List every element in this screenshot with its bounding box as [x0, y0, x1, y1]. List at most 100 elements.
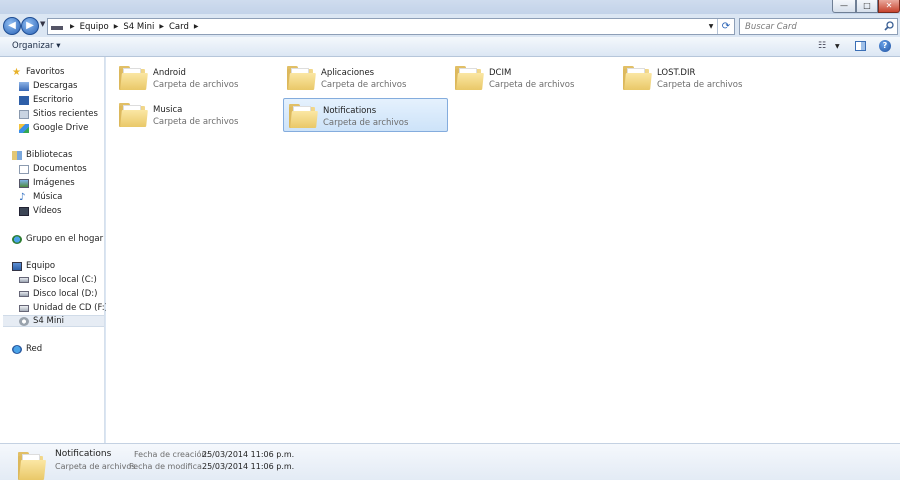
- sidebar-item-label: Equipo: [26, 261, 56, 271]
- disk-icon: [19, 277, 29, 283]
- desktop-icon: [19, 95, 29, 105]
- chevron-right-icon[interactable]: ▶: [191, 23, 202, 30]
- view-options-dropdown[interactable]: ▼: [835, 43, 840, 50]
- sidebar-item-musica[interactable]: ♪ Música: [19, 191, 104, 203]
- recent-places-icon: [19, 109, 29, 119]
- cd-drive-icon: [19, 304, 29, 312]
- recent-pages-dropdown[interactable]: ▼: [40, 20, 45, 28]
- folder-item-aplicaciones[interactable]: Aplicaciones Carpeta de archivos: [282, 61, 447, 95]
- folder-item-dcim[interactable]: DCIM Carpeta de archivos: [450, 61, 615, 95]
- created-date-label: Fecha de creación:: [134, 450, 210, 459]
- folder-name: Musica: [153, 105, 183, 115]
- sidebar-item-label: Google Drive: [33, 123, 89, 133]
- sidebar-item-label: Documentos: [33, 164, 87, 174]
- breadcrumb-equipo[interactable]: Equipo: [78, 22, 111, 32]
- folder-name: Notifications: [323, 106, 377, 116]
- folder-item-musica[interactable]: Musica Carpeta de archivos: [114, 98, 279, 132]
- address-bar[interactable]: ▶ Equipo ▶ S4 Mini ▶ Card ▶ ▼ ⟳: [47, 18, 735, 35]
- folder-name: LOST.DIR: [657, 68, 696, 78]
- folder-icon: [455, 64, 484, 90]
- folder-name: Aplicaciones: [321, 68, 375, 78]
- minimize-button[interactable]: —: [832, 0, 856, 13]
- search-input[interactable]: [740, 19, 880, 34]
- sidebar-item-label: Favoritos: [26, 67, 65, 77]
- folder-icon: [287, 64, 316, 90]
- sidebar-item-videos[interactable]: Vídeos: [19, 205, 104, 217]
- sidebar-item-s4-mini[interactable]: S4 Mini: [3, 315, 104, 327]
- sidebar-item-escritorio[interactable]: Escritorio: [19, 94, 104, 106]
- sidebar-item-label: Unidad de CD (F:): [33, 303, 108, 313]
- details-pane: Notifications Carpeta de archivos Fecha …: [0, 443, 900, 480]
- navigation-bar: ◀ ▶ ▼ ▶ Equipo ▶ S4 Mini ▶ Card ▶ ▼ ⟳: [0, 14, 900, 37]
- back-button[interactable]: ◀: [3, 17, 21, 35]
- breadcrumb-s4-mini[interactable]: S4 Mini: [121, 22, 156, 32]
- details-item-name: Notifications: [55, 449, 112, 459]
- folder-icon: [119, 64, 148, 90]
- folder-type: Carpeta de archivos: [489, 80, 575, 90]
- folder-name: DCIM: [489, 68, 512, 78]
- address-dropdown-button[interactable]: ▼: [706, 19, 716, 34]
- computer-location-icon: [51, 26, 63, 30]
- videos-icon: [19, 206, 29, 216]
- disk-icon: [19, 291, 29, 297]
- sidebar-item-documentos[interactable]: Documentos: [19, 163, 104, 175]
- folder-item-notifications[interactable]: Notifications Carpeta de archivos: [283, 98, 448, 132]
- chevron-right-icon[interactable]: ▶: [156, 23, 167, 30]
- chevron-right-icon[interactable]: ▶: [67, 23, 78, 30]
- sidebar-item-label: Escritorio: [33, 95, 73, 105]
- organize-button[interactable]: Organizar ▾: [12, 41, 61, 51]
- close-button[interactable]: ✕: [878, 0, 900, 13]
- change-view-icon[interactable]: ☷: [818, 41, 826, 51]
- sidebar-item-label: Disco local (D:): [33, 289, 98, 299]
- sidebar-item-unidad-cd[interactable]: Unidad de CD (F:): [19, 302, 108, 314]
- maximize-button[interactable]: □: [856, 0, 878, 13]
- folder-type: Carpeta de archivos: [323, 118, 409, 128]
- preview-pane-icon[interactable]: [855, 41, 866, 51]
- star-icon: ★: [12, 66, 21, 78]
- folder-type: Carpeta de archivos: [321, 80, 407, 90]
- command-bar: Organizar ▾ ☷ ▼ ?: [0, 37, 900, 57]
- search-box: [739, 18, 898, 35]
- sidebar-item-favoritos[interactable]: ★ Favoritos: [12, 66, 104, 78]
- modified-date-label: Fecha de modifica...: [129, 462, 210, 471]
- folder-icon: [119, 101, 148, 127]
- folder-type: Carpeta de archivos: [657, 80, 743, 90]
- modified-date-value: 25/03/2014 11:06 p.m.: [202, 462, 295, 471]
- documents-icon: [19, 164, 29, 174]
- sidebar-item-label: Música: [33, 192, 63, 202]
- sidebar-item-google-drive[interactable]: Google Drive: [19, 122, 104, 134]
- title-bar: — □ ✕: [0, 0, 900, 14]
- network-icon: [12, 344, 22, 354]
- refresh-button[interactable]: ⟳: [717, 19, 734, 34]
- sidebar-item-label: Red: [26, 344, 43, 354]
- sidebar-item-imagenes[interactable]: Imágenes: [19, 177, 104, 189]
- help-icon[interactable]: ?: [879, 40, 891, 52]
- pictures-icon: [19, 178, 29, 188]
- sidebar-item-descargas[interactable]: Descargas: [19, 80, 104, 92]
- chevron-right-icon[interactable]: ▶: [111, 23, 122, 30]
- folder-icon: [289, 102, 318, 128]
- navigation-pane: ★ Favoritos Descargas Escritorio Sitios …: [0, 57, 108, 443]
- sidebar-item-grupo-en-el-hogar[interactable]: Grupo en el hogar: [12, 233, 104, 245]
- folder-item-lost-dir[interactable]: LOST.DIR Carpeta de archivos: [618, 61, 783, 95]
- libraries-icon: [12, 150, 22, 160]
- sidebar-item-label: Bibliotecas: [26, 150, 73, 160]
- sidebar-item-bibliotecas[interactable]: Bibliotecas: [12, 149, 104, 161]
- sidebar-item-disco-c[interactable]: Disco local (C:): [19, 274, 104, 286]
- sidebar-item-equipo[interactable]: Equipo: [12, 260, 104, 272]
- sidebar-item-red[interactable]: Red: [12, 343, 104, 355]
- sidebar-item-label: Descargas: [33, 81, 78, 91]
- music-icon: ♪: [19, 191, 26, 203]
- sidebar-item-sitios-recientes[interactable]: Sitios recientes: [19, 108, 104, 120]
- sidebar-item-label: Vídeos: [33, 206, 62, 216]
- search-icon[interactable]: [884, 21, 894, 31]
- downloads-icon: [19, 81, 29, 91]
- folder-type: Carpeta de archivos: [153, 80, 239, 90]
- forward-button[interactable]: ▶: [21, 17, 39, 35]
- homegroup-icon: [12, 234, 22, 244]
- sidebar-item-label: S4 Mini: [33, 316, 64, 326]
- breadcrumb-card[interactable]: Card: [167, 22, 191, 32]
- folder-item-android[interactable]: Android Carpeta de archivos: [114, 61, 279, 95]
- sidebar-item-disco-d[interactable]: Disco local (D:): [19, 288, 104, 300]
- phone-icon: [19, 316, 29, 326]
